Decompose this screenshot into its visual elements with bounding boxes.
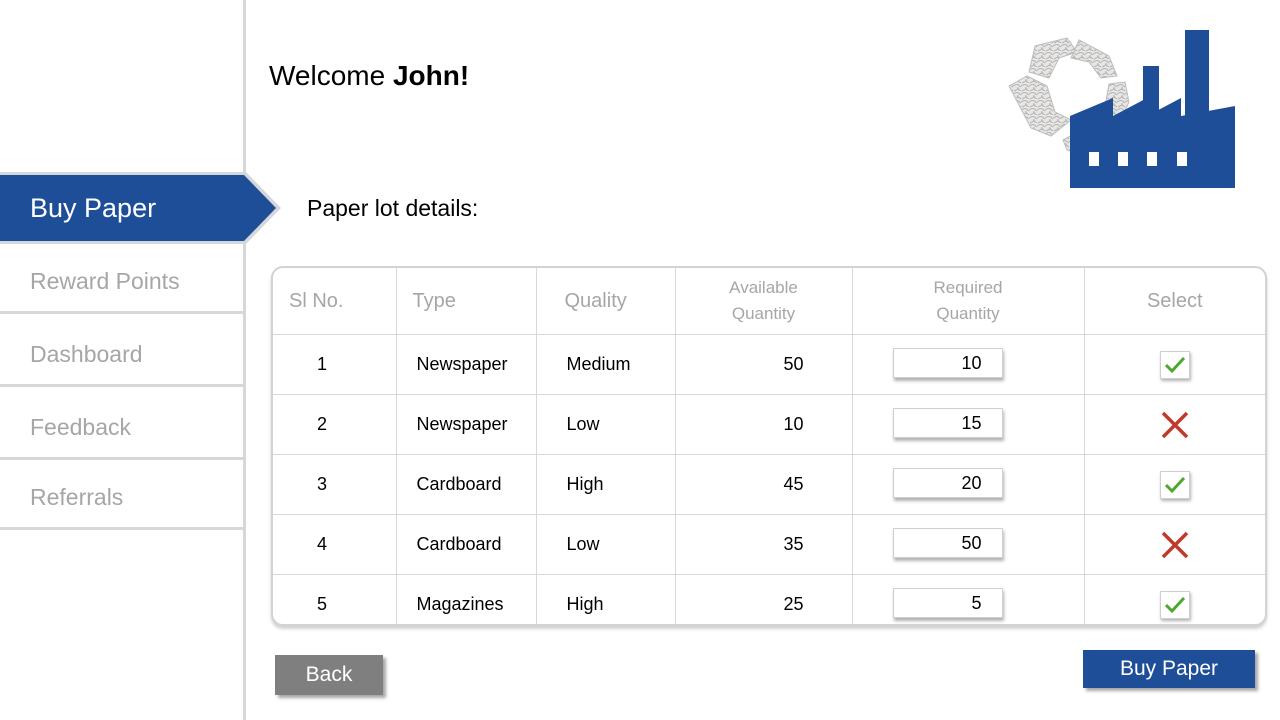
cell-available-quantity: 45 <box>675 454 853 515</box>
sidebar-item-feedback[interactable]: Feedback <box>0 392 243 460</box>
cell-quality: High <box>536 454 676 515</box>
table-row: 3 Cardboard High 45 20 <box>273 454 1265 515</box>
section-title: Paper lot details: <box>307 195 479 221</box>
required-quantity-input[interactable]: 50 <box>892 528 1003 558</box>
welcome-prefix: Welcome <box>269 60 386 91</box>
cell-quality: Medium <box>536 334 676 395</box>
header-line: Quantity <box>731 304 796 323</box>
deselect-toggle[interactable] <box>1159 409 1191 441</box>
column-header-required-quantity: Required Quantity <box>852 268 1085 335</box>
cross-icon <box>1161 411 1188 438</box>
cell-quality: High <box>536 574 676 624</box>
sidebar-item-reward-points[interactable]: Reward Points <box>0 246 243 314</box>
paper-lot-table: Sl No. Type Quality Available Quantity R… <box>271 266 1267 626</box>
select-checkbox[interactable] <box>1159 590 1190 619</box>
check-icon <box>1164 356 1185 373</box>
required-quantity-input[interactable]: 5 <box>892 588 1003 618</box>
cell-available-quantity: 50 <box>675 334 853 395</box>
cell-required-quantity: 20 <box>852 454 1085 515</box>
table-row: 2 Newspaper Low 10 15 <box>273 394 1265 455</box>
table-header-row: Sl No. Type Quality Available Quantity R… <box>273 268 1265 335</box>
cell-sl-no: 4 <box>273 514 397 575</box>
cell-required-quantity: 50 <box>852 514 1085 575</box>
cell-sl-no: 5 <box>273 574 397 624</box>
cell-select <box>1084 334 1265 395</box>
cell-sl-no: 1 <box>273 334 397 395</box>
cell-quality: Low <box>536 514 676 575</box>
cell-required-quantity: 10 <box>852 334 1085 395</box>
cell-type: Cardboard <box>396 514 537 575</box>
check-icon <box>1164 596 1185 613</box>
column-header-available-quantity: Available Quantity <box>675 268 853 335</box>
table-row: 5 Magazines High 25 5 <box>273 574 1265 625</box>
user-name: John! <box>392 60 470 91</box>
sidebar-item-label: Buy Paper <box>30 193 157 223</box>
select-checkbox[interactable] <box>1159 350 1190 379</box>
cell-type: Cardboard <box>396 454 537 515</box>
cell-required-quantity: 15 <box>852 394 1085 455</box>
sidebar-item-label: Dashboard <box>30 341 143 367</box>
check-icon <box>1164 476 1185 493</box>
column-header-sl-no: Sl No. <box>273 268 397 335</box>
cell-available-quantity: 10 <box>675 394 853 455</box>
required-quantity-input[interactable]: 10 <box>892 348 1003 378</box>
cell-select <box>1084 514 1265 575</box>
table-row: 1 Newspaper Medium 50 10 <box>273 334 1265 395</box>
cell-select <box>1084 454 1265 515</box>
sidebar-item-label: Referrals <box>30 484 124 510</box>
header-line: Available <box>729 278 798 297</box>
sidebar-item-label: Feedback <box>30 414 132 440</box>
cell-quality: Low <box>536 394 676 455</box>
cell-type: Newspaper <box>396 334 537 395</box>
cell-select <box>1084 575 1265 625</box>
header-line: Quantity <box>936 304 1000 323</box>
page: Buy Paper Reward Points Dashboard Feedba… <box>0 0 1280 720</box>
sidebar-item-buy-paper[interactable]: Buy Paper <box>0 172 281 244</box>
cell-sl-no: 2 <box>273 394 397 455</box>
cross-icon <box>1161 531 1188 558</box>
column-header-select: Select <box>1084 268 1265 335</box>
cell-sl-no: 3 <box>273 454 397 515</box>
deselect-toggle[interactable] <box>1159 529 1191 561</box>
header-line: Required <box>933 278 1003 297</box>
column-header-type: Type <box>396 268 537 335</box>
buy-paper-button[interactable]: Buy Paper <box>1083 650 1255 688</box>
cell-select <box>1084 394 1265 455</box>
cell-available-quantity: 25 <box>675 574 853 624</box>
sidebar-item-label: Reward Points <box>30 268 180 294</box>
column-header-quality: Quality <box>536 268 676 335</box>
sidebar-divider <box>243 0 246 720</box>
required-quantity-input[interactable]: 20 <box>892 468 1003 498</box>
cell-required-quantity: 5 <box>852 574 1085 624</box>
sidebar-item-referrals[interactable]: Referrals <box>0 462 243 530</box>
recycle-factory-logo <box>1008 30 1235 188</box>
select-checkbox[interactable] <box>1159 470 1190 499</box>
back-button[interactable]: Back <box>275 655 383 695</box>
sidebar-item-dashboard[interactable]: Dashboard <box>0 319 243 387</box>
table-row: 4 Cardboard Low 35 50 <box>273 514 1265 575</box>
welcome-message: Welcome John! <box>269 60 469 92</box>
required-quantity-input[interactable]: 15 <box>892 408 1003 438</box>
cell-type: Magazines <box>396 574 537 624</box>
cell-type: Newspaper <box>396 394 537 455</box>
cell-available-quantity: 35 <box>675 514 853 575</box>
